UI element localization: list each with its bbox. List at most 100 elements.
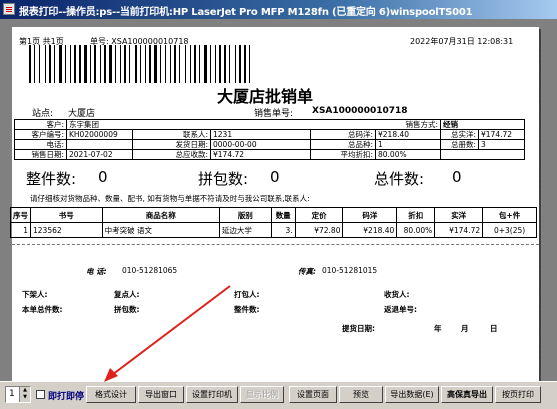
footer-phone-label: 电 话: [86,267,107,276]
pickup-date-label: 提货日期: [342,324,375,333]
ship-date-label: 发货日期: [132,139,211,150]
total-label: 总件数: [374,170,425,188]
barcode-bar [210,45,211,83]
barcode [29,45,329,85]
footer-phone-value: 010-51281065 [122,266,178,275]
col-header: 版别 [219,207,272,223]
avg-discount-label: 平均折扣: [310,149,376,160]
print-on-open-checkbox[interactable] [36,390,45,399]
col-header: 码洋 [342,207,398,223]
barcode-bar [100,45,101,83]
total-items-label: 本单总件数: [22,305,63,314]
cell: 0+3(25) [482,222,537,238]
cell: 123562 [30,222,103,238]
notice-text: 请仔细核对货物品种、数量、配书, 如有货物与单据不符请及时与我公司联系,联系人: [30,194,310,203]
report-viewport[interactable]: 第1页 共1页 单号: XSA100000010718 2022年07月31日 … [0,19,557,381]
set-printer-button[interactable]: 设置打印机 [186,386,238,403]
barcode-bar [65,45,66,83]
barcode-bar [135,45,137,83]
section-divider [12,244,539,245]
barcode-bar [145,45,146,83]
page-spinner-value: 1 [9,389,15,399]
barcode-bar [39,45,40,83]
print-on-open-label[interactable]: 即打即停 [48,389,84,402]
return-no-label: 返退单号: [384,305,417,314]
barcode-bar [185,45,186,83]
pack-count-label: 拼包数: [114,305,140,314]
total-due-label: 总应收款: [132,149,211,160]
chevron-up-icon[interactable]: ▲ [20,387,30,394]
print-by-page-button[interactable]: 按页打印 [495,386,541,403]
cell: 1 [10,222,31,238]
barcode-bar [160,45,161,83]
page-edge-guide [541,27,542,381]
total-kinds-value: 1 [375,139,441,150]
barcode-bar [170,45,171,83]
total-actual-label: 总实洋: [440,129,479,140]
avg-discount-value: 80.00% [375,149,441,160]
barcode-bar [54,45,55,83]
col-header: 数量 [271,207,296,223]
customer-label: 客户: [14,119,67,130]
barcode-bar [199,45,200,83]
export-window-button[interactable]: 导出窗口 [138,386,184,403]
total-due-value: ¥174.72 [210,149,311,160]
footer-fax-value: 010-51281015 [322,266,378,275]
sale-method-label: 销售方式: [375,119,441,130]
barcode-bar [215,45,216,83]
col-header: 包+件 [482,207,537,223]
picker-label: 下架人: [22,290,48,299]
cell: 延边大学 [219,222,272,238]
cell: ¥174.72 [434,222,484,238]
barcode-bar [59,45,62,83]
col-header: 实洋 [434,207,484,223]
cell: 中考突破 语文 [102,222,220,238]
total-value: 0 [452,168,462,186]
hifi-export-button[interactable]: 高保真导出 [441,386,493,403]
customer-code-label: 客户编号: [14,129,67,140]
mixed-label: 拼包数: [198,170,249,188]
mixed-value: 0 [270,168,280,186]
spinner-arrows[interactable]: ▲ ▼ [19,387,30,402]
whole-value: 0 [98,168,108,186]
day-label: 日 [490,324,498,333]
sale-date-label: 销售日期: [14,149,67,160]
format-design-button[interactable]: 格式设计 [86,386,136,403]
col-header: 折扣 [396,207,436,223]
display-scale-button[interactable]: 显示比例 [240,386,284,403]
barcode-bar [149,45,151,83]
barcode-bar [229,45,230,83]
cell: ¥218.40 [342,222,398,238]
preview-button[interactable]: 预览 [339,386,383,403]
barcode-bar [79,45,81,83]
chevron-down-icon[interactable]: ▼ [20,394,30,401]
barcode-bar [84,45,87,83]
barcode-bar [109,45,112,83]
items-table: 序号 书号 商品名称 版别 数量 定价 码洋 折扣 实洋 包+件 1 12356… [10,207,537,238]
barcode-bar [124,45,126,83]
barcode-bar [90,45,91,83]
col-header: 定价 [295,207,344,223]
barcode-bar [239,45,241,83]
barcode-bar [154,45,157,83]
total-actual-value: ¥174.72 [478,129,525,140]
print-datetime: 2022年07月31日 12:08:31 [410,37,514,46]
barcode-bar [174,45,176,83]
export-data-button[interactable]: 导出数据(E) [385,386,439,403]
cell: 3. [271,222,296,238]
phone-value [66,139,133,150]
total-price-value: ¥218.40 [375,129,441,140]
contact-value: 1231 [210,129,311,140]
barcode-bar [224,45,226,83]
total-volumes-value: 3 [478,139,525,150]
barcode-bars [29,45,329,85]
barcode-bar [244,45,246,83]
sale-no-value: XSA100000010718 [312,106,408,116]
info-table: 客户: 东宇集团 销售方式: 经销 客户编号: KH02000009 联系人: … [14,119,525,160]
whole-count-label: 整件数: [234,305,260,314]
receiver-label: 收货人: [384,290,410,299]
window-title: 报表打印--操作员:ps--当前打印机:HP LaserJet Pro MFP … [19,7,473,18]
page-spinner[interactable]: 1 ▲ ▼ [5,386,31,403]
customer-value: 东宇集团 [66,119,211,130]
page-setup-button[interactable]: 设置页面 [289,386,337,403]
